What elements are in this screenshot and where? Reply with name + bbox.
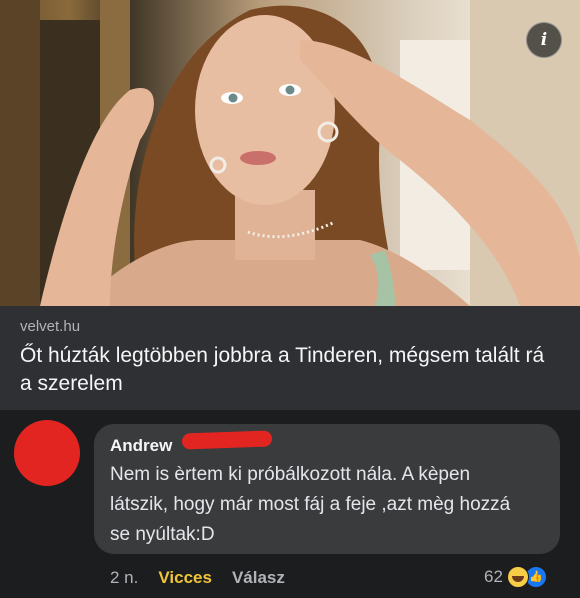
avatar[interactable]: [14, 420, 80, 486]
link-headline[interactable]: Őt húzták legtöbben jobbra a Tinderen, m…: [20, 342, 560, 398]
reply-button[interactable]: Válasz: [232, 568, 285, 588]
comment-author[interactable]: Andrew: [110, 436, 172, 456]
woman-portrait-image: [0, 0, 580, 306]
comment-actions: 2 n. Vicces Válasz: [110, 568, 285, 588]
reaction-count: 62: [484, 567, 503, 586]
link-domain: velvet.hu: [20, 318, 81, 335]
article-photo[interactable]: i: [0, 0, 580, 306]
haha-icon: [506, 566, 529, 588]
reaction-summary[interactable]: 62 👍: [484, 566, 547, 588]
comment-text: Nem is èrtem ki próbálkozott nála. A kèp…: [110, 464, 511, 545]
redaction-mark: [181, 430, 273, 450]
reaction-button[interactable]: Vicces: [158, 568, 212, 588]
comment-time[interactable]: 2 n.: [110, 568, 138, 588]
info-button[interactable]: i: [526, 22, 562, 58]
